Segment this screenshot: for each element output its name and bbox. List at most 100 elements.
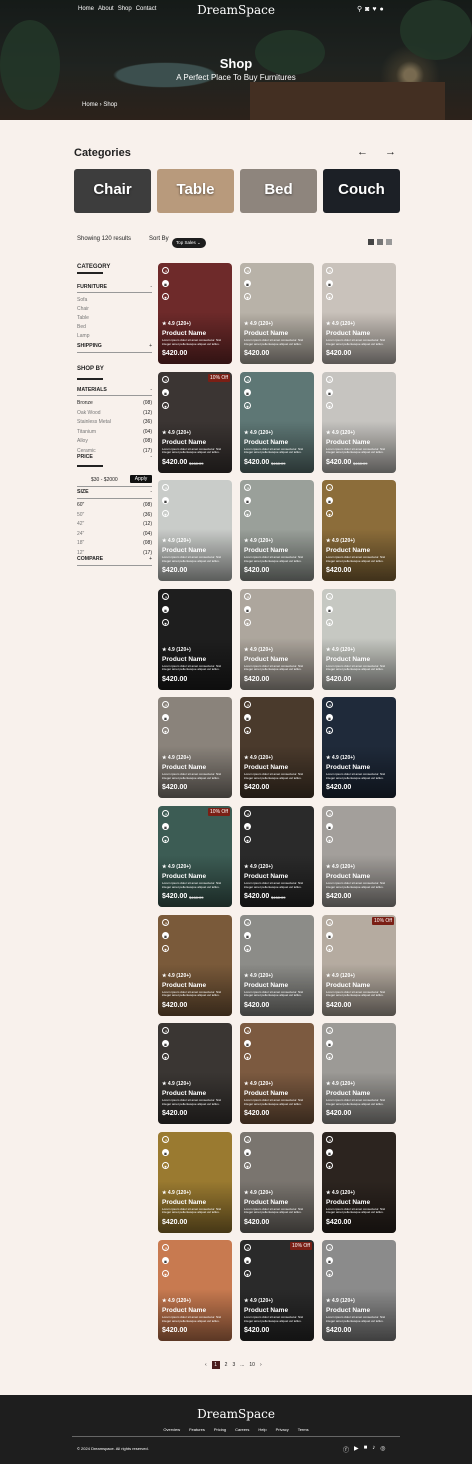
cart-icon[interactable]: ◙ [326, 497, 333, 505]
compare-toggle[interactable]: COMPARE + [77, 556, 152, 562]
cart-icon[interactable]: ◙ [244, 1040, 251, 1048]
cart-icon[interactable]: ◙ [326, 1148, 333, 1156]
category-item-table[interactable]: Table [77, 315, 89, 321]
product-card[interactable]: ↗ ◙ ♥ ★ 4.9 (120+) Product Name Lorem ipsum d… [322, 371, 396, 473]
open-link-icon[interactable]: ↗ [326, 1135, 333, 1143]
open-link-icon[interactable]: ↗ [162, 267, 169, 274]
product-card[interactable]: ↗ ◙ ♥ ★ 4.9 (120+) Product Name Lorem ipsum d… [158, 1023, 232, 1125]
heart-icon[interactable]: ♥ [244, 944, 251, 952]
cart-icon[interactable]: ◙ [244, 1257, 251, 1265]
material-option[interactable]: Ceramic (17) [77, 448, 152, 454]
product-card[interactable]: ↗ ◙ ♥ 10% Off ★ 4.9 (120+) Product Name Lorem … [158, 806, 232, 907]
category-item-chair[interactable]: Chair [77, 306, 89, 312]
user-icon[interactable]: ● [380, 6, 384, 13]
cart-icon[interactable]: ◙ [326, 605, 333, 613]
grid-large-icon[interactable] [368, 239, 374, 245]
heart-icon[interactable]: ♥ [162, 1053, 169, 1061]
footer-link-features[interactable]: Features [189, 1427, 205, 1432]
heart-icon[interactable]: ♥ [244, 1270, 251, 1278]
open-link-icon[interactable]: ↗ [244, 1027, 251, 1035]
cart-icon[interactable]: ◙ [162, 280, 169, 287]
heart-icon[interactable]: ♥ [326, 510, 333, 518]
category-item-sofa[interactable]: Sofa [77, 297, 87, 303]
cart-icon[interactable]: ◙ [162, 823, 169, 830]
arrow-left-icon[interactable]: ← [357, 146, 368, 158]
heart-icon[interactable]: ♥ [244, 618, 251, 626]
category-card-couch[interactable]: Couch [323, 169, 400, 213]
heart-icon[interactable]: ♥ [162, 1270, 169, 1278]
product-card[interactable]: ↗ ◙ ♥ ★ 4.9 (120+) Product Name Lorem ipsum d… [322, 263, 396, 364]
price-toggle[interactable]: PRICE - [77, 454, 152, 460]
cart-icon[interactable]: ◙ [244, 388, 251, 396]
product-card[interactable]: ↗ ◙ ♥ ★ 4.9 (120+) Product Name Lorem ipsum d… [240, 588, 314, 690]
product-card[interactable]: ↗ ◙ ♥ ★ 4.9 (120+) Product Name Lorem ipsum d… [158, 480, 232, 582]
product-card[interactable]: ↗ ◙ ♥ ★ 4.9 (120+) Product Name Lorem ipsum d… [322, 1023, 396, 1125]
product-card[interactable]: ↗ ◙ ♥ ★ 4.9 (120+) Product Name Lorem ipsum d… [240, 263, 314, 364]
tiktok-icon[interactable]: ♪ [372, 1445, 375, 1454]
cart-icon[interactable]: ◙ [162, 931, 169, 939]
product-card[interactable]: ↗ ◙ ♥ 10% Off ★ 4.9 (120+) Product Name Lorem … [240, 1240, 314, 1342]
product-card[interactable]: ↗ ◙ ♥ ★ 4.9 (120+) Product Name Lorem ipsum d… [322, 697, 396, 799]
heart-icon[interactable]: ♥ [162, 510, 169, 518]
open-link-icon[interactable]: ↗ [162, 484, 169, 492]
open-link-icon[interactable]: ↗ [244, 484, 251, 492]
size-option[interactable]: 24" (04) [77, 531, 152, 537]
cart-icon[interactable]: ◙ [162, 605, 169, 613]
product-card[interactable]: ↗ ◙ ♥ ★ 4.9 (120+) Product Name Lorem ipsum d… [322, 806, 396, 907]
heart-icon[interactable]: ♥ [326, 618, 333, 626]
product-card[interactable]: ↗ ◙ ♥ ★ 4.9 (120+) Product Name Lorem ipsum d… [158, 1131, 232, 1233]
product-card[interactable]: ↗ ◙ ♥ ★ 4.9 (120+) Product Name Lorem ipsum d… [240, 1023, 314, 1125]
open-link-icon[interactable]: ↗ [244, 375, 251, 383]
product-card[interactable]: ↗ ◙ ♥ ★ 4.9 (120+) Product Name Lorem ipsum d… [240, 806, 314, 907]
cart-icon[interactable]: ◙ [244, 280, 251, 287]
heart-icon[interactable]: ♥ [244, 1161, 251, 1169]
open-link-icon[interactable]: ↗ [326, 267, 333, 274]
heart-icon[interactable]: ♥ [326, 401, 333, 409]
page-1-button[interactable]: 1 [211, 1361, 220, 1369]
open-link-icon[interactable]: ↗ [162, 375, 169, 383]
cart-icon[interactable]: ◙ [326, 714, 333, 722]
page-2-button[interactable]: 2 [225, 1362, 228, 1368]
open-link-icon[interactable]: ↗ [244, 592, 251, 600]
cart-icon[interactable]: ◙ [162, 1040, 169, 1048]
price-slider[interactable] [77, 465, 103, 467]
cart-icon[interactable]: ◙ [326, 1040, 333, 1048]
next-page-button[interactable]: › [260, 1362, 262, 1368]
cart-icon[interactable]: ◙ [244, 605, 251, 613]
heart-icon[interactable]: ♥ [372, 6, 376, 13]
footer-link-help[interactable]: Help [258, 1427, 266, 1432]
heart-icon[interactable]: ♥ [326, 836, 333, 843]
open-link-icon[interactable]: ↗ [244, 1244, 251, 1252]
open-link-icon[interactable]: ↗ [244, 918, 251, 926]
heart-icon[interactable]: ♥ [244, 727, 251, 735]
open-link-icon[interactable]: ↗ [326, 484, 333, 492]
open-link-icon[interactable]: ↗ [326, 810, 333, 817]
cart-icon[interactable]: ◙ [162, 497, 169, 505]
cart-icon[interactable]: ◙ [326, 1257, 333, 1265]
footer-link-overview[interactable]: Overview [163, 1427, 180, 1432]
product-card[interactable]: ↗ ◙ ♥ ★ 4.9 (120+) Product Name Lorem ipsum d… [322, 588, 396, 690]
product-card[interactable]: ↗ ◙ ♥ ★ 4.9 (120+) Product Name Lorem ipsum d… [240, 371, 314, 473]
material-option[interactable]: Titanium (04) [77, 429, 152, 435]
product-card[interactable]: ↗ ◙ ♥ ★ 4.9 (120+) Product Name Lorem ipsum d… [322, 1131, 396, 1233]
heart-icon[interactable]: ♥ [326, 1270, 333, 1278]
open-link-icon[interactable]: ↗ [326, 1027, 333, 1035]
size-option[interactable]: 50" (36) [77, 512, 152, 518]
open-link-icon[interactable]: ↗ [326, 918, 333, 926]
heart-icon[interactable]: ♥ [244, 836, 251, 843]
heart-icon[interactable]: ♥ [244, 293, 251, 300]
heart-icon[interactable]: ♥ [162, 727, 169, 735]
size-option[interactable]: 12" (17) [77, 550, 152, 556]
heart-icon[interactable]: ♥ [244, 1053, 251, 1061]
size-option[interactable]: 18" (08) [77, 540, 152, 546]
cart-icon[interactable]: ◙ [326, 280, 333, 287]
cart-icon[interactable]: ◙ [244, 714, 251, 722]
apply-button[interactable]: Apply [130, 475, 152, 483]
open-link-icon[interactable]: ↗ [244, 701, 251, 709]
heart-icon[interactable]: ♥ [162, 836, 169, 843]
product-card[interactable]: ↗ ◙ ♥ ★ 4.9 (120+) Product Name Lorem ipsum d… [240, 480, 314, 582]
shipping-toggle[interactable]: SHIPPING + [77, 343, 152, 349]
product-card[interactable]: ↗ ◙ ♥ ★ 4.9 (120+) Product Name Lorem ipsum d… [158, 263, 232, 364]
open-link-icon[interactable]: ↗ [162, 810, 169, 817]
search-icon[interactable]: ⚲ [357, 6, 362, 13]
